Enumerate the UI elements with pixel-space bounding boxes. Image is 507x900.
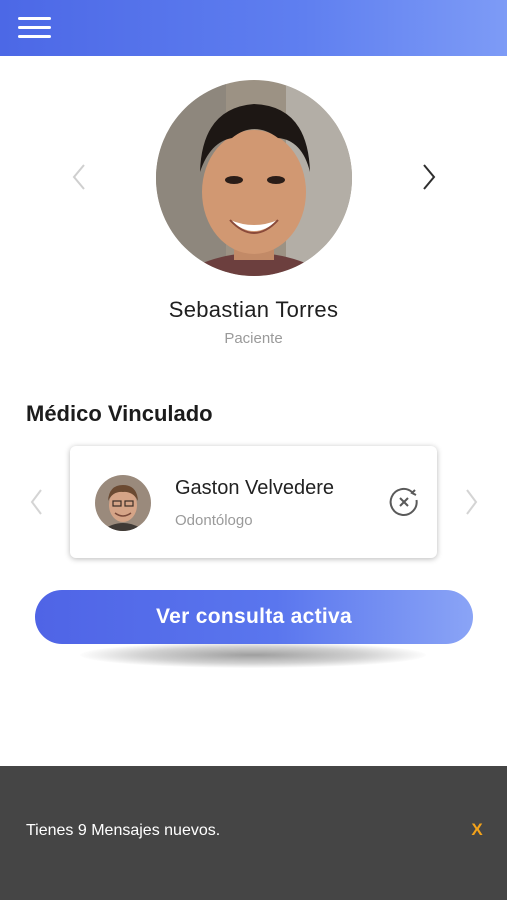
chevron-left-icon[interactable] xyxy=(28,488,46,516)
patient-name: Sebastian Torres xyxy=(168,297,339,322)
new-messages-snackbar: Tienes 9 Mensajes nuevos. X xyxy=(0,766,507,900)
chevron-right-icon[interactable] xyxy=(462,488,480,516)
doctor-photo xyxy=(95,475,151,531)
patient-photo xyxy=(156,80,352,276)
unlink-circle-icon[interactable] xyxy=(388,486,420,518)
patient-avatar xyxy=(156,80,352,276)
chevron-right-icon[interactable] xyxy=(418,162,438,192)
patient-role: Paciente xyxy=(224,330,283,347)
snackbar-close-button[interactable]: X xyxy=(467,820,487,842)
menu-bar xyxy=(18,35,51,38)
snackbar-message: Tienes 9 Mensajes nuevos. xyxy=(26,822,221,839)
doctor-specialty: Odontólogo xyxy=(175,512,253,529)
hamburger-menu-icon[interactable] xyxy=(18,16,52,40)
menu-bar xyxy=(18,17,51,20)
button-shadow xyxy=(80,642,426,668)
doctor-avatar xyxy=(95,475,151,531)
view-active-consultation-button[interactable]: Ver consulta activa xyxy=(35,590,473,644)
chevron-left-icon[interactable] xyxy=(70,162,90,192)
doctor-name: Gaston Velvedere xyxy=(175,477,334,499)
linked-doctor-card[interactable]: Gaston Velvedere Odontólogo xyxy=(70,446,437,558)
linked-doctor-section-title: Médico Vinculado xyxy=(26,401,213,426)
menu-bar xyxy=(18,26,51,29)
app-header xyxy=(0,0,507,56)
